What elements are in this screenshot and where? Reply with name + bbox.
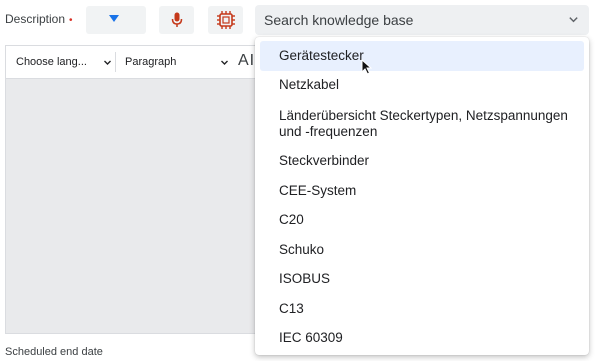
menu-item-3[interactable]: Steckverbinder — [260, 153, 584, 172]
knowledge-base-placeholder: Search knowledge base — [264, 12, 414, 28]
menu-item-0[interactable]: Gerätestecker — [260, 41, 584, 71]
menu-item-8[interactable]: C13 — [260, 301, 584, 320]
menu-item-7[interactable]: ISOBUS — [260, 271, 584, 290]
mouse-pointer-icon — [361, 59, 372, 75]
menu-item-6[interactable]: Schuko — [260, 242, 584, 261]
language-select-value: Choose lang... — [16, 56, 87, 68]
menu-item-5[interactable]: C20 — [260, 212, 584, 231]
menu-item-9[interactable]: IEC 60309 — [260, 330, 584, 349]
microphone-button[interactable] — [159, 6, 194, 34]
menu-item-4[interactable]: CEE-System — [260, 183, 584, 202]
language-dropdown[interactable] — [86, 6, 146, 34]
language-select[interactable]: Choose lang... — [16, 46, 112, 78]
toolbar-divider — [115, 52, 116, 72]
chevron-down-icon — [569, 17, 578, 23]
knowledge-base-menu: Gerätestecker Netzkabel Länderübersicht … — [255, 37, 589, 355]
ai-toolbar-button[interactable]: AI — [238, 52, 255, 70]
required-indicator: • — [69, 15, 73, 26]
menu-item-1[interactable]: Netzkabel — [260, 77, 584, 96]
description-editor[interactable] — [5, 78, 270, 334]
paragraph-select-value: Paragraph — [125, 56, 177, 68]
scheduled-end-date-label: Scheduled end date — [5, 346, 103, 358]
knowledge-base-search[interactable]: Search knowledge base — [255, 5, 589, 35]
page: Description • Search knowledge base Choo… — [0, 0, 599, 361]
description-label: Description • — [5, 12, 73, 26]
chevron-down-icon — [104, 60, 111, 65]
paragraph-select[interactable]: Paragraph — [125, 46, 229, 78]
microphone-icon — [171, 12, 182, 27]
chevron-down-icon — [221, 60, 228, 65]
ai-assist-button[interactable] — [208, 6, 243, 34]
menu-item-2[interactable]: Länderübersicht Steckertypen, Netzspannu… — [260, 108, 584, 142]
description-label-text: Description — [5, 12, 66, 26]
ai-chip-icon — [216, 11, 235, 29]
editor-toolbar: Choose lang... Paragraph AI — [5, 45, 270, 78]
caret-down-icon — [109, 15, 119, 22]
